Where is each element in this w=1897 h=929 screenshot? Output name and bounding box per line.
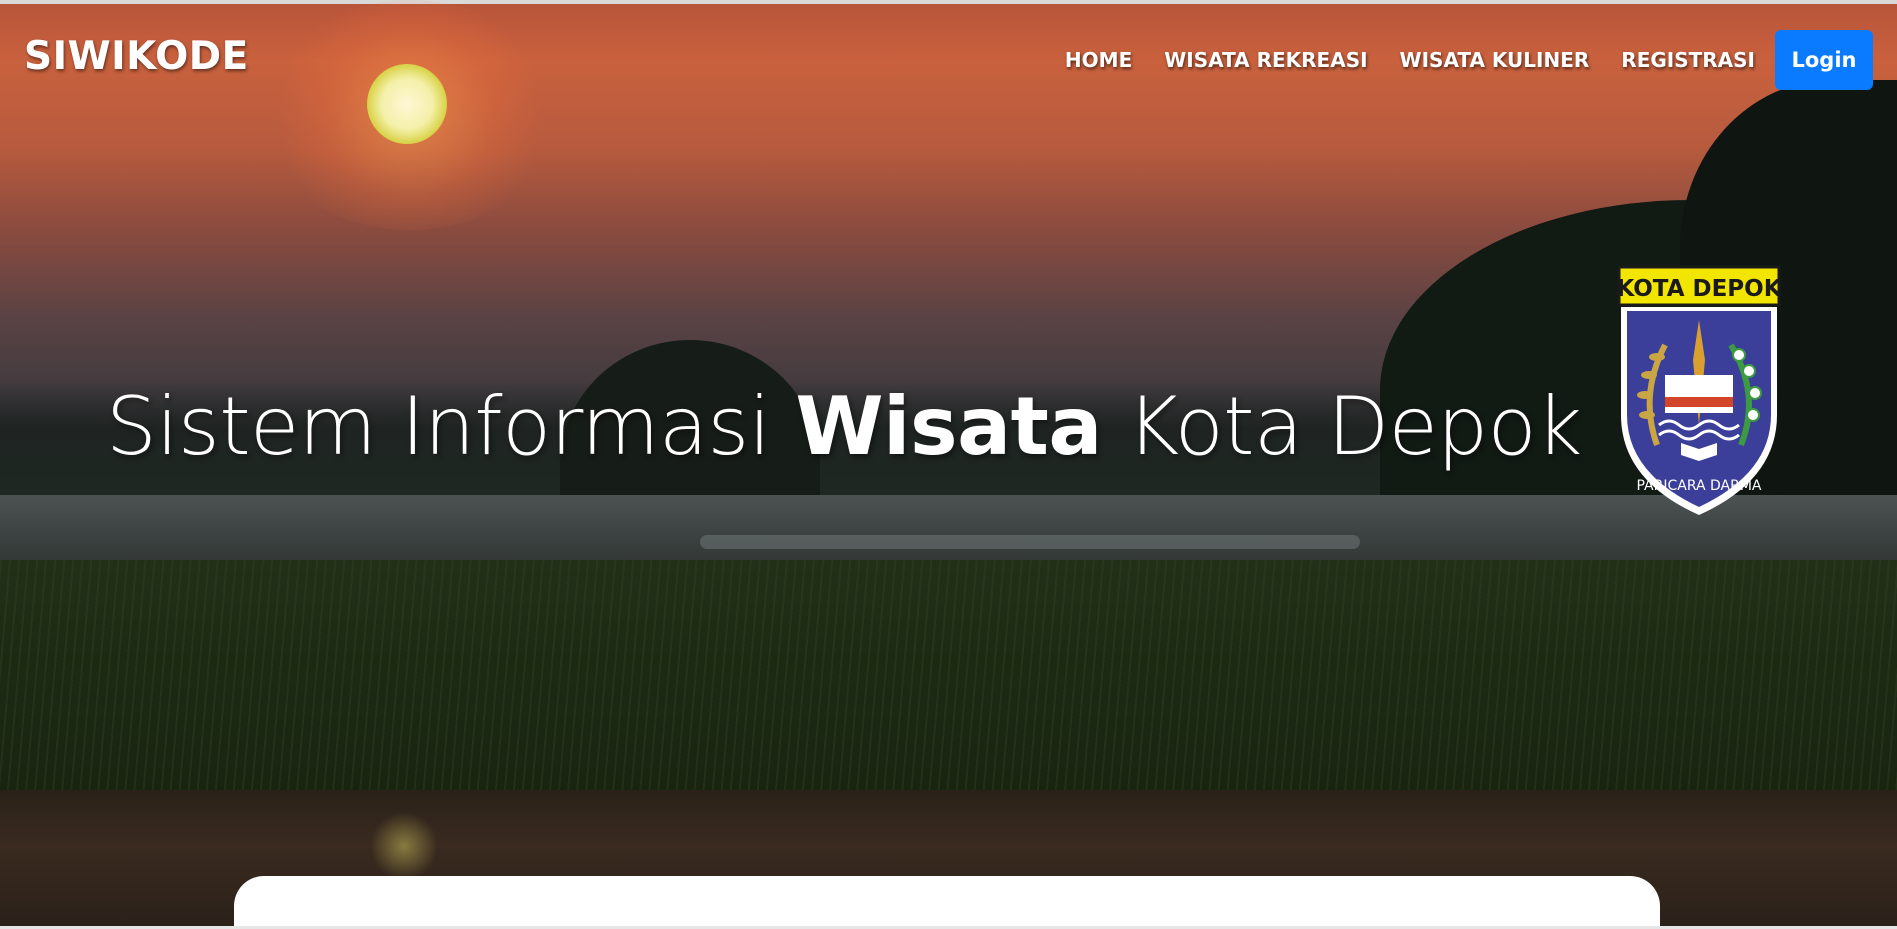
kota-depok-emblem: KOTA DEPOK PARICARA DARMA: [1616, 265, 1783, 517]
nav-wisata-kuliner[interactable]: WISATA KULINER: [1400, 48, 1590, 72]
hero-title-part2: Kota Depok: [1101, 380, 1583, 473]
emblem-bottom-text: PARICARA DARMA: [1636, 478, 1761, 494]
emblem-graphic: KOTA DEPOK PARICARA DARMA: [1616, 265, 1783, 515]
brand-logo[interactable]: SIWIKODE: [24, 34, 249, 79]
sun-reflection: [372, 810, 436, 882]
nav-wisata-rekreasi[interactable]: WISATA REKREASI: [1164, 48, 1367, 72]
content-card: [234, 876, 1660, 929]
nav-registrasi[interactable]: REGISTRASI: [1621, 48, 1755, 72]
login-button[interactable]: Login: [1775, 30, 1873, 90]
emblem-top-text: KOTA DEPOK: [1617, 276, 1781, 302]
main-nav: HOME WISATA REKREASI WISATA KULINER REGI…: [1065, 30, 1873, 90]
hero-title-bold: Wisata: [795, 380, 1102, 473]
hero-title-part1: Sistem Informasi: [106, 380, 796, 473]
sun: [367, 64, 447, 144]
water-shine: [700, 535, 1360, 549]
grass-texture: [0, 560, 1897, 820]
nav-home[interactable]: HOME: [1065, 48, 1132, 72]
hero-section: SIWIKODE HOME WISATA REKREASI WISATA KUL…: [0, 0, 1897, 929]
hero-title: Sistem Informasi Wisata Kota Depok: [106, 380, 1582, 473]
top-border: [0, 0, 1897, 4]
